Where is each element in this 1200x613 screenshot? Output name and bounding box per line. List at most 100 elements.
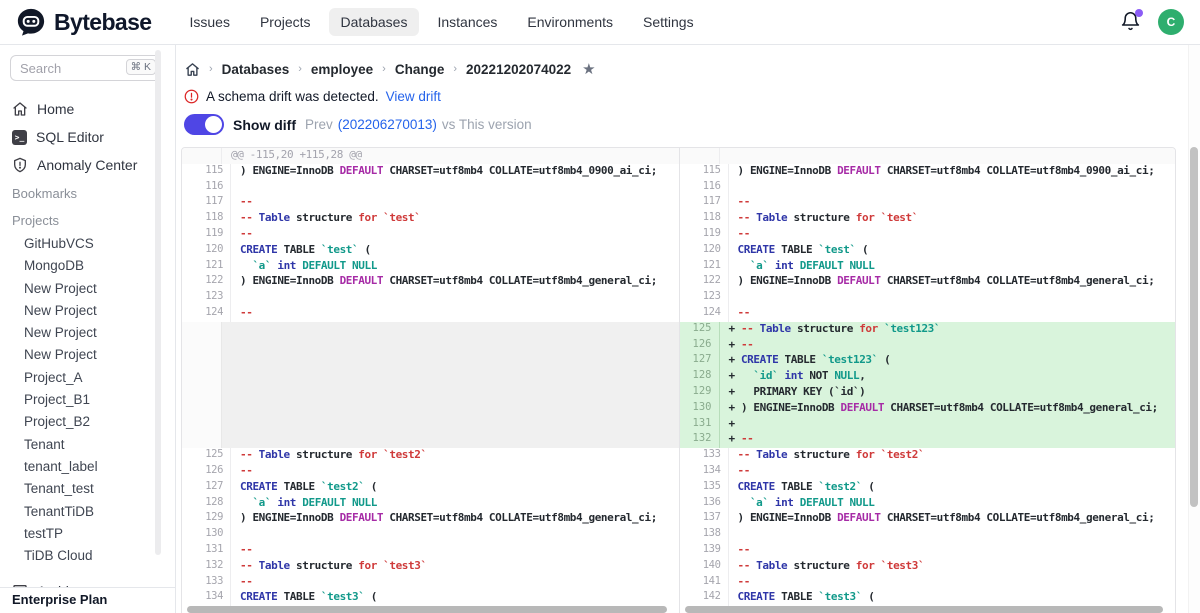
sidebar-item-label: SQL Editor <box>36 129 104 145</box>
diff-code-row: 132-- Table structure for `test3` <box>182 559 679 575</box>
breadcrumb-separator: › <box>298 63 302 75</box>
sidebar-item-label: Anomaly Center <box>37 157 137 173</box>
nav-item-environments[interactable]: Environments <box>515 8 625 36</box>
prev-version-link[interactable]: (202206270013) <box>338 117 437 132</box>
diff-added-row: 131+ <box>680 417 1176 433</box>
alert-circle-icon <box>184 89 199 104</box>
diff-code-row: 135CREATE TABLE `test2` ( <box>680 480 1176 496</box>
breadcrumb-separator: › <box>209 63 213 75</box>
breadcrumb-item[interactable]: Databases <box>222 62 290 77</box>
sidebar-project-item[interactable]: tenant_label <box>0 456 175 478</box>
diff-added-row: 125+ -- Table structure for `test123` <box>680 322 1176 338</box>
breadcrumb-separator: › <box>453 63 457 75</box>
main-content: ›Databases›employee›Change›2022120207402… <box>176 45 1200 613</box>
diff-code-row: 118-- Table structure for `test` <box>680 211 1176 227</box>
diff-code-row: 122) ENGINE=InnoDB DEFAULT CHARSET=utf8m… <box>182 274 679 290</box>
diff-code-row: 134CREATE TABLE `test3` ( <box>182 590 679 606</box>
sidebar-section-bookmarks: Bookmarks <box>0 179 175 206</box>
sidebar-item-sql-editor[interactable]: >_ SQL Editor <box>0 123 175 151</box>
diff-code-row: 141-- <box>680 575 1176 591</box>
right-pane-hscrollbar[interactable] <box>685 606 1164 613</box>
diff-code-row: 137) ENGINE=InnoDB DEFAULT CHARSET=utf8m… <box>680 511 1176 527</box>
diff-hunk-row: @@ -115,20 +115,28 @@ <box>182 148 679 164</box>
user-avatar[interactable]: C <box>1158 9 1184 35</box>
search-shortcut-badge: ⌘ K <box>126 59 156 75</box>
sidebar-project-item[interactable]: Tenant_test <box>0 478 175 500</box>
nav-item-settings[interactable]: Settings <box>631 8 706 36</box>
breadcrumb-item[interactable]: 20221202074022 <box>466 62 571 77</box>
sidebar-project-item[interactable]: TenantTiDB <box>0 501 175 523</box>
search-box: ⌘ K <box>10 55 161 81</box>
diff-code-row: 120CREATE TABLE `test` ( <box>680 243 1176 259</box>
diff-code-row: 125-- Table structure for `test2` <box>182 448 679 464</box>
nav-item-projects[interactable]: Projects <box>248 8 323 36</box>
diff-code-row: 138 <box>680 527 1176 543</box>
nav-item-databases[interactable]: Databases <box>329 8 420 36</box>
plan-label: Enterprise Plan <box>0 587 175 613</box>
toggle-knob <box>205 116 222 133</box>
breadcrumb-item[interactable]: employee <box>311 62 373 77</box>
diff-left-pane: @@ -115,20 +115,28 @@115) ENGINE=InnoDB … <box>182 148 679 613</box>
diff-code-row: 118-- Table structure for `test` <box>182 211 679 227</box>
notifications-button[interactable] <box>1120 11 1142 33</box>
sidebar-project-item[interactable]: New Project <box>0 344 175 366</box>
show-diff-toggle[interactable] <box>184 114 224 135</box>
diff-code-row: 123 <box>680 290 1176 306</box>
diff-added-row: 126+ -- <box>680 338 1176 354</box>
sidebar-project-item[interactable]: testTP <box>0 523 175 545</box>
show-diff-label: Show diff <box>233 117 296 133</box>
diff-right-pane: 115) ENGINE=InnoDB DEFAULT CHARSET=utf8m… <box>679 148 1176 613</box>
sidebar-project-item[interactable]: MongoDB <box>0 255 175 277</box>
diff-code-row: 130 <box>182 527 679 543</box>
diff-code-row: 142CREATE TABLE `test3` ( <box>680 590 1176 606</box>
page-scrollbar-thumb[interactable] <box>1190 147 1198 507</box>
terminal-icon: >_ <box>12 130 27 145</box>
sidebar-item-label: Home <box>37 101 74 117</box>
sidebar-section-projects: Projects <box>0 206 175 233</box>
sidebar-project-item[interactable]: TiDB Cloud <box>0 545 175 567</box>
sidebar: ⌘ K Home >_ SQL Editor Anomaly Center Bo… <box>0 45 176 613</box>
sidebar-item-anomaly-center[interactable]: Anomaly Center <box>0 151 175 179</box>
page-scrollbar-track <box>1188 45 1200 613</box>
nav-item-instances[interactable]: Instances <box>425 8 509 36</box>
nav-item-issues[interactable]: Issues <box>177 8 241 36</box>
diff-code-row: 117-- <box>182 195 679 211</box>
diff-code-row: 124-- <box>182 306 679 322</box>
diff-code-row: 116 <box>680 180 1176 196</box>
diff-toggle-row: Show diff Prev (202206270013) vs This ve… <box>181 114 1176 135</box>
breadcrumb-item[interactable]: Change <box>395 62 445 77</box>
diff-code-row: 134-- <box>680 464 1176 480</box>
project-list: GitHubVCSMongoDBNew ProjectNew ProjectNe… <box>0 233 175 567</box>
breadcrumb: ›Databases›employee›Change›2022120207402… <box>181 58 1176 80</box>
sidebar-project-item[interactable]: Tenant <box>0 434 175 456</box>
diff-code-row: 133-- Table structure for `test2` <box>680 448 1176 464</box>
brand-name: Bytebase <box>54 9 151 36</box>
schema-diff-panel: @@ -115,20 +115,28 @@115) ENGINE=InnoDB … <box>181 147 1176 613</box>
sidebar-project-item[interactable]: Project_B2 <box>0 411 175 433</box>
diff-code-row: 126-- <box>182 464 679 480</box>
breadcrumb-home-icon[interactable] <box>185 62 200 77</box>
diff-added-row: 127+ CREATE TABLE `test123` ( <box>680 353 1176 369</box>
home-icon <box>12 101 28 117</box>
bookmark-star-icon[interactable]: ★ <box>582 60 595 78</box>
diff-code-row: 123 <box>182 290 679 306</box>
sidebar-scrollbar[interactable] <box>155 50 161 555</box>
diff-code-row: 115) ENGINE=InnoDB DEFAULT CHARSET=utf8m… <box>182 164 679 180</box>
diff-code-row: 139-- <box>680 543 1176 559</box>
diff-code-row: 115) ENGINE=InnoDB DEFAULT CHARSET=utf8m… <box>680 164 1176 180</box>
sidebar-project-item[interactable]: New Project <box>0 322 175 344</box>
notification-badge <box>1135 9 1143 17</box>
diff-added-row: 129+ PRIMARY KEY (`id`) <box>680 385 1176 401</box>
sidebar-item-home[interactable]: Home <box>0 95 175 123</box>
diff-code-row: 124-- <box>680 306 1176 322</box>
diff-code-row: 131-- <box>182 543 679 559</box>
diff-hunk-row <box>680 148 1176 164</box>
sidebar-project-item[interactable]: Project_B1 <box>0 389 175 411</box>
bytebase-logo[interactable]: Bytebase <box>16 7 151 37</box>
sidebar-project-item[interactable]: New Project <box>0 300 175 322</box>
sidebar-project-item[interactable]: New Project <box>0 278 175 300</box>
view-drift-link[interactable]: View drift <box>386 89 441 104</box>
left-pane-hscrollbar[interactable] <box>187 606 667 613</box>
sidebar-project-item[interactable]: Project_A <box>0 367 175 389</box>
sidebar-project-item[interactable]: GitHubVCS <box>0 233 175 255</box>
